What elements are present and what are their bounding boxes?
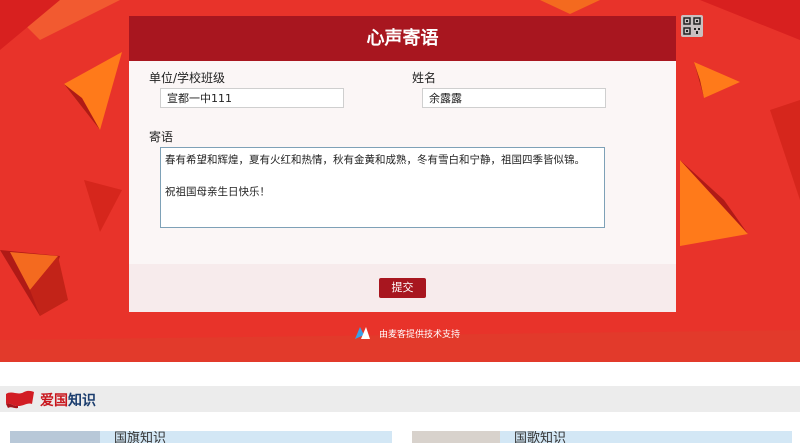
maike-logo-icon — [355, 327, 370, 339]
form-title: 心声寄语 — [129, 16, 676, 61]
card-thumbnail[interactable] — [10, 431, 100, 443]
name-input[interactable]: 余露露 — [422, 88, 606, 108]
name-label: 姓名 — [412, 71, 437, 85]
section-bar — [0, 386, 800, 412]
card-title: 国旗知识 — [114, 431, 167, 443]
unit-label: 单位/学校班级 — [149, 71, 226, 85]
tech-support[interactable]: 由麦客提供技术支持 — [355, 326, 460, 340]
message-textarea[interactable]: 春有希望和辉煌，夏有火红和热情，秋有金黄和成熟，冬有雪白和宁静，祖国四季皆似锦。… — [160, 147, 605, 228]
submit-button[interactable]: 提交 — [379, 278, 426, 298]
section-title-rest: 知识 — [68, 393, 96, 409]
unit-input[interactable]: 宣都一中111 — [160, 88, 344, 108]
flag-icon — [6, 390, 34, 409]
section-title: 爱国知识 — [40, 390, 96, 410]
support-text: 由麦客提供技术支持 — [379, 329, 461, 340]
card-flag-knowledge[interactable]: 国旗知识 — [100, 431, 392, 443]
card-anthem-knowledge[interactable]: 国歌知识 — [500, 431, 792, 443]
section-title-accent: 爱国 — [40, 393, 68, 409]
card-thumbnail[interactable] — [412, 431, 500, 443]
message-label: 寄语 — [149, 130, 174, 144]
qr-code-icon[interactable] — [681, 15, 703, 37]
card-title: 国歌知识 — [514, 431, 567, 443]
